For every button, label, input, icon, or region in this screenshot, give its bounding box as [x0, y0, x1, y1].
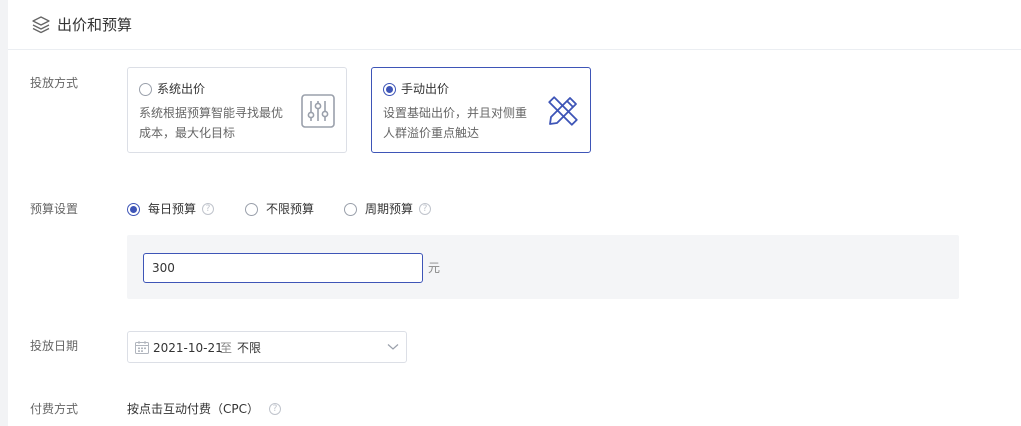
- budget-option-label: 周期预算: [365, 202, 414, 216]
- date-label: 投放日期: [30, 339, 79, 353]
- bid-method-label: 投放方式: [30, 76, 79, 90]
- chevron-down-icon: [387, 344, 399, 350]
- section-header: 出价和预算: [8, 0, 1021, 50]
- budget-unit: 元: [428, 261, 441, 275]
- radio-system-bid[interactable]: [139, 83, 152, 96]
- radio-daily-budget[interactable]: [127, 202, 140, 216]
- budget-input-area: 元: [127, 235, 959, 299]
- budget-option-label: 不限预算: [266, 202, 315, 216]
- section-title: 出价和预算: [57, 16, 133, 34]
- budget-option-daily[interactable]: 每日预算 ?: [127, 201, 215, 217]
- daily-budget-input[interactable]: [143, 253, 423, 283]
- radio-unlimited-budget[interactable]: [245, 202, 258, 216]
- layers-icon: [32, 16, 50, 34]
- bid-option-title: 手动出价: [401, 82, 450, 96]
- sliders-icon: [301, 94, 335, 128]
- payment-label: 付费方式: [30, 402, 79, 416]
- payment-method: 按点击互动付费（CPC） ?: [127, 401, 281, 417]
- bid-option-desc: 系统根据预算智能寻找最优成本，最大化目标: [139, 106, 284, 140]
- budget-option-unlimited[interactable]: 不限预算: [245, 201, 314, 217]
- bid-budget-panel: 出价和预算 投放方式 系统出价 系统根据预算智能寻找最优成本，最大化目标 手动出…: [8, 0, 1021, 426]
- date-start: 2021-10-21: [153, 341, 223, 355]
- help-icon[interactable]: ?: [269, 403, 281, 415]
- bid-option-system[interactable]: 系统出价 系统根据预算智能寻找最优成本，最大化目标: [127, 67, 347, 153]
- budget-option-label: 每日预算: [148, 202, 197, 216]
- help-icon[interactable]: ?: [419, 203, 432, 215]
- help-icon[interactable]: ?: [202, 203, 215, 215]
- date-end: 不限: [237, 341, 262, 355]
- bid-option-desc: 设置基础出价，并且对侧重人群溢价重点触达: [383, 106, 528, 140]
- bid-option-title: 系统出价: [157, 82, 206, 96]
- budget-label: 预算设置: [30, 202, 79, 216]
- pencil-ruler-icon: [548, 96, 578, 126]
- radio-period-budget[interactable]: [344, 202, 357, 216]
- date-separator: 至: [220, 341, 233, 355]
- budget-option-period[interactable]: 周期预算 ?: [344, 201, 432, 217]
- bid-option-manual[interactable]: 手动出价 设置基础出价，并且对侧重人群溢价重点触达: [371, 67, 591, 153]
- payment-value: 按点击互动付费（CPC）: [127, 402, 259, 416]
- radio-manual-bid[interactable]: [383, 83, 396, 96]
- calendar-icon: [135, 341, 149, 354]
- date-range-picker[interactable]: 2021-10-21 至 不限: [127, 331, 407, 363]
